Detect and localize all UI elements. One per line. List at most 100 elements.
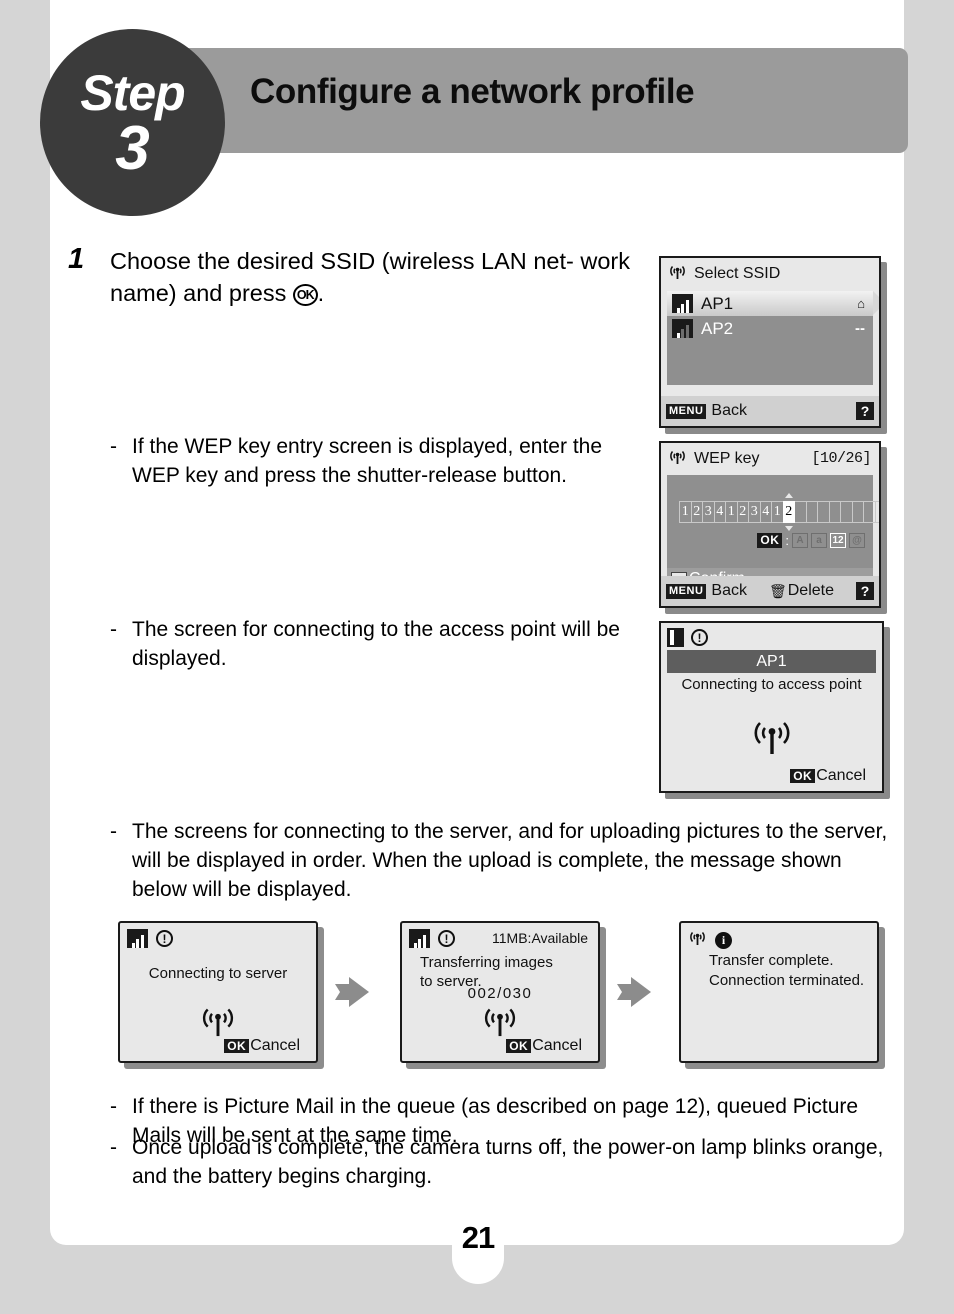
ssid-name: AP2: [701, 318, 734, 338]
bullet-ap-screen: - The screen for connecting to the acces…: [110, 616, 640, 674]
bullet-text: The screen for connecting to the access …: [132, 618, 620, 670]
step-word-label: Step: [80, 64, 185, 121]
mode-numeric[interactable]: 12: [830, 533, 846, 548]
ssid-screen-title: Select SSID: [694, 265, 781, 282]
lock-home-icon: ⌂: [857, 296, 865, 311]
ok-button-badge[interactable]: OK: [790, 768, 816, 784]
signal-strength-icon: [409, 929, 430, 948]
ssid-name: AP1: [701, 293, 734, 313]
signal-strength-icon: [672, 294, 693, 313]
mode-uppercase[interactable]: A: [792, 533, 808, 548]
ap-name: AP1: [667, 650, 876, 673]
mini2-cancel-control[interactable]: OK Cancel: [506, 1037, 582, 1055]
bullet-dash: -: [110, 820, 117, 843]
trash-icon[interactable]: 🗑: [769, 583, 787, 600]
ssid-title-row: Select SSID: [661, 258, 879, 290]
info-icon: i: [715, 931, 732, 949]
ap-cancel-control[interactable]: OK Cancel: [790, 767, 866, 785]
back-label: Back: [711, 402, 747, 419]
wep-key-input[interactable]: 1234123412: [679, 493, 879, 531]
cancel-label: Cancel: [816, 767, 866, 784]
transferring-images-screen: ! 11MB:Available Transferring images to …: [400, 921, 600, 1063]
exclamation-icon: !: [438, 930, 455, 947]
step1-instruction: Choose the desired SSID (wireless LAN ne…: [110, 246, 630, 310]
step-badge: Step 3: [40, 29, 225, 216]
ap-status-bar: !: [667, 628, 708, 647]
wifi-antenna-icon: [668, 263, 687, 285]
mini3-message: Transfer complete. Connection terminated…: [709, 951, 874, 990]
back-label: Back: [711, 582, 747, 599]
step1-line1: Choose the desired SSID (wireless LAN ne…: [110, 248, 574, 274]
mini1-status-bar: !: [127, 929, 173, 948]
bullet-server-screens: - The screens for connecting to the serv…: [110, 818, 890, 905]
ok-button-glyph: OK: [292, 284, 318, 307]
available-space-label: 11MB:Available: [492, 930, 588, 946]
ok-button-badge[interactable]: OK: [224, 1038, 250, 1054]
step1-line2-post: .: [317, 279, 325, 306]
wep-entry-area: 1234123412 OK : A a 12 @: [667, 475, 879, 568]
wep-screen-title: WEP key: [694, 449, 760, 467]
bullet-text: If the WEP key entry screen is displayed…: [132, 435, 603, 487]
ok-button-badge[interactable]: OK: [506, 1038, 532, 1054]
bullet-dash: -: [110, 435, 117, 458]
help-icon[interactable]: ?: [856, 582, 874, 600]
ap-message: Connecting to access point: [681, 676, 862, 693]
page-number-tab: 21: [452, 1222, 504, 1284]
mini3-message-line1: Transfer complete.: [709, 952, 834, 969]
connecting-access-point-screen: ! AP1 Connecting to access point OK Canc…: [659, 621, 884, 793]
mode-lowercase[interactable]: a: [811, 533, 827, 548]
bullet-upload-complete: - Once upload is complete, the camera tu…: [110, 1134, 900, 1192]
bullet-wep-key: - If the WEP key entry screen is display…: [110, 433, 640, 491]
mini2-status-bar: !: [409, 929, 455, 948]
mini3-message-line2: Connection terminated.: [709, 971, 865, 989]
page-number: 21: [461, 1220, 495, 1255]
mini3-status-bar: i: [688, 929, 732, 951]
wifi-antenna-icon: [688, 929, 707, 951]
wifi-antenna-icon: [668, 448, 687, 470]
wep-screen-footer: MENU Back 🗑 Delete ?: [661, 576, 879, 606]
mode-symbol[interactable]: @: [849, 533, 865, 548]
page-title: Configure a network profile: [250, 72, 695, 111]
wep-title-row: WEP key [10/26]: [661, 443, 879, 474]
transfer-complete-screen: i Transfer complete. Connection terminat…: [679, 921, 879, 1063]
step-index: 1: [68, 243, 85, 275]
mode-separator: :: [785, 533, 789, 548]
menu-button-badge[interactable]: MENU: [666, 583, 707, 599]
ssid-list: AP1 ⌂ AP2 --: [667, 291, 879, 385]
menu-button-badge[interactable]: MENU: [666, 403, 707, 419]
bullet-dash: -: [110, 1095, 117, 1118]
bullet-dash: -: [110, 618, 117, 641]
cancel-label: Cancel: [250, 1037, 300, 1054]
signal-strength-icon: [667, 628, 684, 647]
bullet-text: The screens for connecting to the server…: [132, 820, 888, 901]
connecting-to-server-screen: ! Connecting to server OK Cancel: [118, 921, 318, 1063]
bullet-text: Once upload is complete, the camera turn…: [132, 1136, 884, 1188]
right-arrow-icon: [333, 975, 373, 1009]
transfer-counter: 002/030: [467, 985, 533, 1002]
wep-cell[interactable]: [874, 501, 879, 523]
wep-char-counter: [10/26]: [811, 450, 871, 467]
exclamation-icon: !: [156, 930, 173, 947]
delete-label: Delete: [787, 582, 834, 599]
help-icon[interactable]: ?: [856, 402, 874, 420]
step-number-label: 3: [115, 114, 150, 184]
exclamation-icon: !: [691, 629, 708, 646]
mini1-message: Connecting to server: [148, 965, 288, 982]
ssid-list-item-ap1[interactable]: AP1 ⌂: [667, 291, 879, 316]
mini1-cancel-control[interactable]: OK Cancel: [224, 1037, 300, 1055]
select-ssid-screen: Select SSID AP1 ⌂ AP2 -- MENU Back ?: [659, 256, 881, 428]
signal-strength-icon: [672, 319, 693, 338]
wep-cell-cursor[interactable]: 2: [782, 493, 795, 531]
mini2-message-line1: Transferring images: [420, 954, 553, 971]
signal-strength-icon: [127, 929, 148, 948]
cancel-label: Cancel: [532, 1037, 582, 1054]
wifi-transmit-icon: [661, 718, 882, 761]
wep-key-screen: WEP key [10/26] 1234123412 OK : A a 12 @…: [659, 441, 881, 608]
ssid-status: --: [855, 320, 865, 337]
ok-button-badge[interactable]: OK: [757, 533, 783, 548]
wep-mode-selector[interactable]: OK : A a 12 @: [757, 533, 865, 548]
right-arrow-icon: [615, 975, 655, 1009]
bullet-dash: -: [110, 1136, 117, 1159]
ssid-list-item-ap2[interactable]: AP2 --: [667, 316, 873, 341]
ssid-screen-footer: MENU Back ?: [661, 396, 879, 426]
